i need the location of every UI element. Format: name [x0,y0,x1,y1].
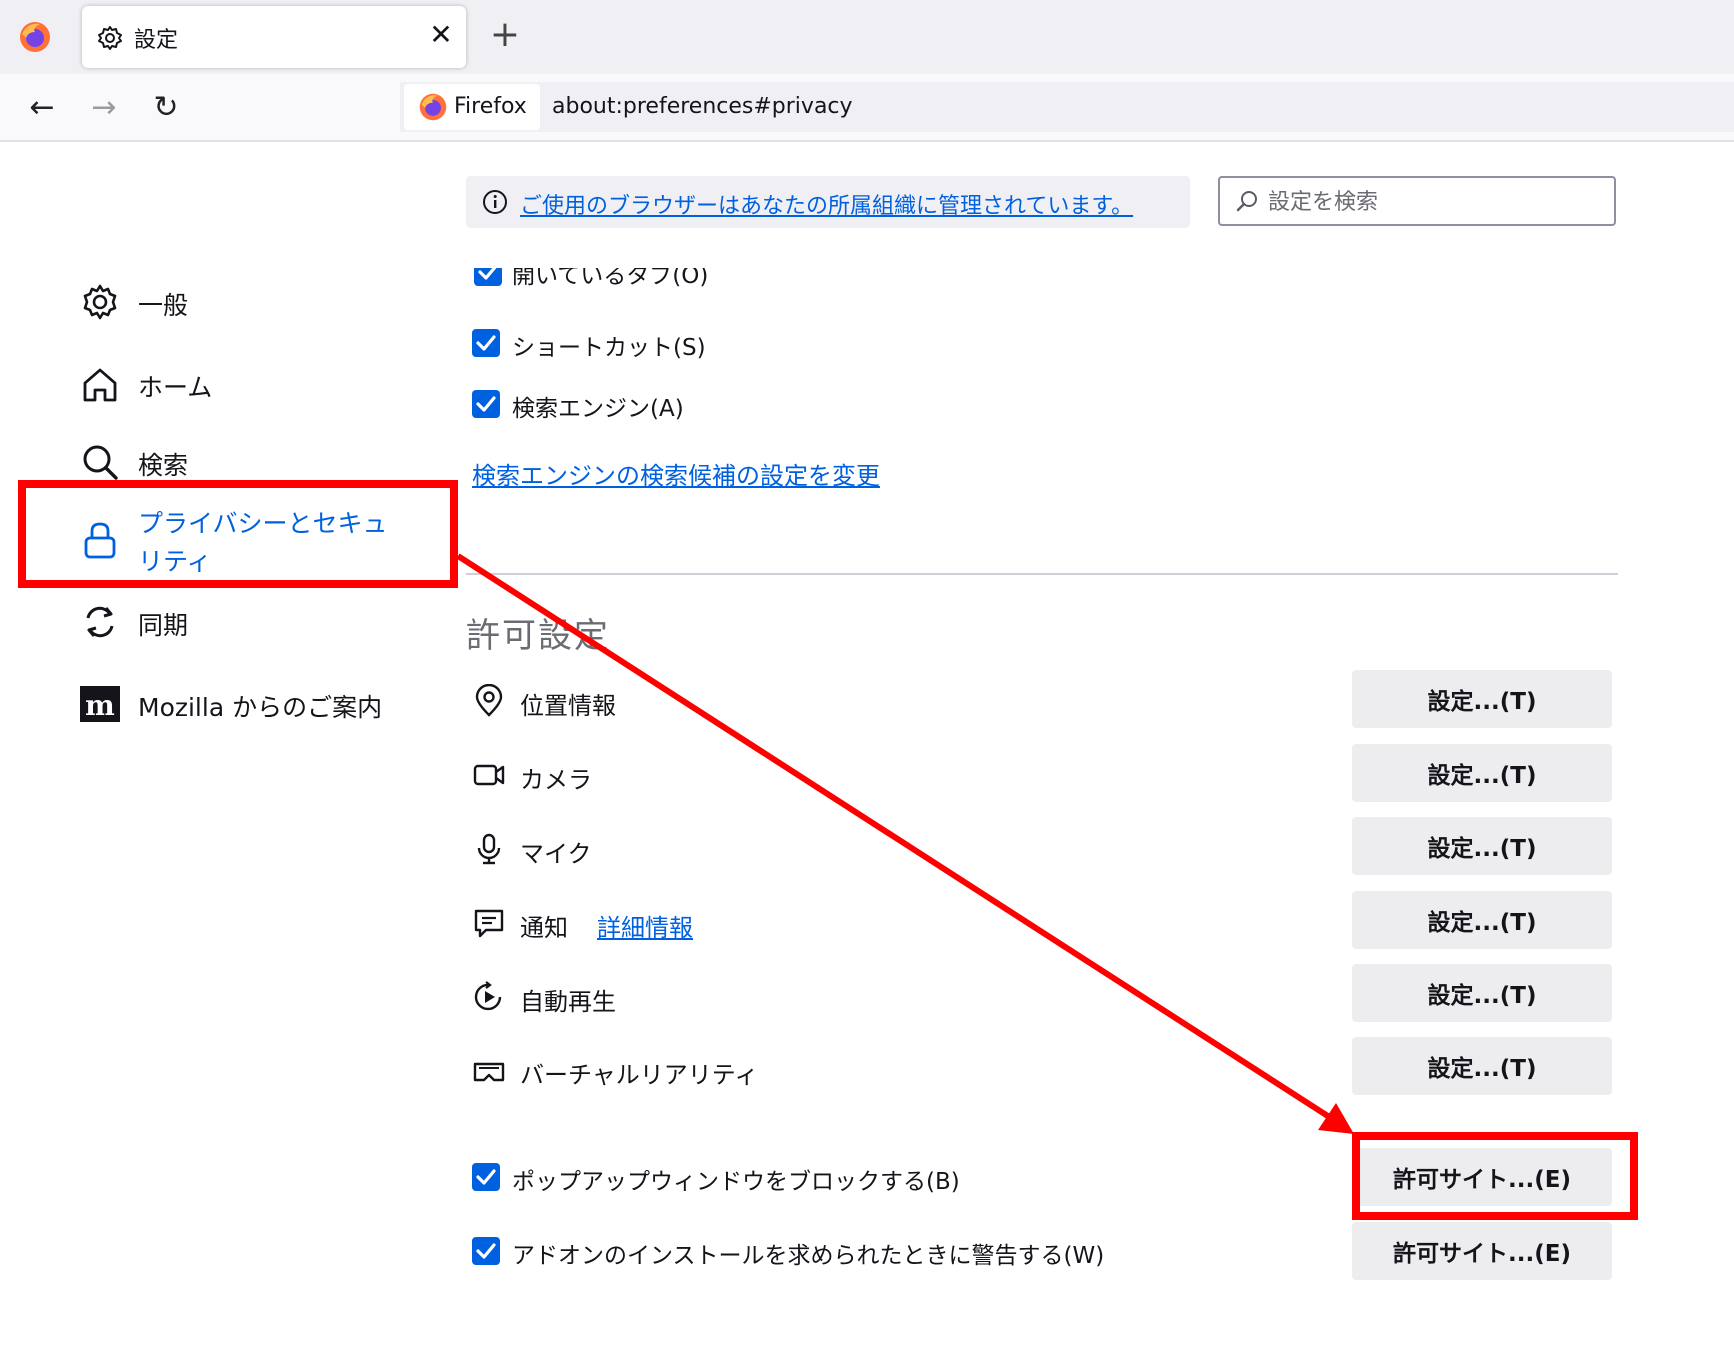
close-tab-icon[interactable]: ✕ [426,20,456,50]
cut-off-checkbox-row: 開いているタブ(O) [470,268,1030,298]
notification-settings-button[interactable]: 設定...(T) [1352,891,1612,949]
block-popups-checkbox[interactable] [472,1163,500,1191]
camera-icon [473,764,505,786]
vr-label: バーチャルリアリティ [520,1061,759,1089]
autoplay-label: 自動再生 [520,988,616,1016]
identity-label: Firefox [454,94,527,119]
sidebar-item-home[interactable]: ホーム [138,368,212,404]
home-icon [83,368,117,402]
notification-icon [474,909,504,938]
open-tabs-label: 開いているタブ(O) [512,268,709,289]
microphone-label: マイク [520,840,592,868]
sidebar-item-sync[interactable]: 同期 [138,606,188,642]
annotation-highlight-privacy [18,480,458,588]
sidebar-item-mozilla[interactable]: Mozilla からのご案内 [138,688,382,724]
open-tabs-checkbox[interactable] [474,268,502,286]
microphone-settings-button[interactable]: 設定...(T) [1352,817,1612,875]
gear-icon [83,284,117,320]
vr-settings-button[interactable]: 設定...(T) [1352,1037,1612,1095]
change-search-suggestions-link[interactable]: 検索エンジンの検索候補の設定を変更 [472,456,880,491]
sidebar-item-general[interactable]: 一般 [138,286,188,322]
svg-text:m: m [85,689,115,722]
location-settings-button[interactable]: 設定...(T) [1352,670,1612,728]
mozilla-icon: m [80,686,120,722]
sidebar-item-search[interactable]: 検索 [138,446,188,482]
shortcuts-checkbox[interactable] [472,329,500,357]
search-icon [83,445,118,480]
search-icon [1236,191,1257,212]
forward-button[interactable]: → [86,90,122,126]
annotation-highlight-popup-exceptions [1352,1132,1638,1220]
location-label: 位置情報 [520,692,616,720]
block-popups-label: ポップアップウィンドウをブロックする(B) [512,1169,960,1195]
camera-label: カメラ [520,766,592,794]
autoplay-icon [474,981,502,1011]
settings-search-input[interactable] [1268,188,1598,216]
new-tab-button[interactable]: + [488,17,522,53]
shortcuts-label: ショートカット(S) [512,335,706,361]
camera-settings-button[interactable]: 設定...(T) [1352,744,1612,802]
policy-notice-link[interactable]: ご使用のブラウザーはあなたの所属組織に管理されています。 [520,188,1133,220]
permissions-heading: 許可設定 [466,616,610,656]
firefox-icon [419,93,447,121]
location-icon [475,684,503,717]
notification-label: 通知 [520,914,568,942]
firefox-logo-icon[interactable] [18,20,52,54]
search-engines-checkbox[interactable] [472,390,500,418]
url-text[interactable]: about:preferences#privacy [552,94,853,119]
notification-learn-more-link[interactable]: 詳細情報 [597,908,693,943]
info-icon [483,190,507,214]
addon-exceptions-button[interactable]: 許可サイト...(E) [1352,1222,1612,1280]
search-engines-label: 検索エンジン(A) [512,396,684,422]
warn-addon-install-checkbox[interactable] [472,1237,500,1265]
vr-icon [473,1062,505,1082]
tab-title: 設定 [134,28,179,53]
warn-addon-install-label: アドオンのインストールを求められたときに警告する(W) [512,1243,1105,1269]
sync-icon [86,606,114,638]
gear-icon [98,26,122,50]
section-divider [466,573,1618,575]
back-button[interactable]: ← [24,90,60,126]
reload-button[interactable]: ↻ [148,90,184,126]
microphone-icon [477,833,501,865]
autoplay-settings-button[interactable]: 設定...(T) [1352,964,1612,1022]
